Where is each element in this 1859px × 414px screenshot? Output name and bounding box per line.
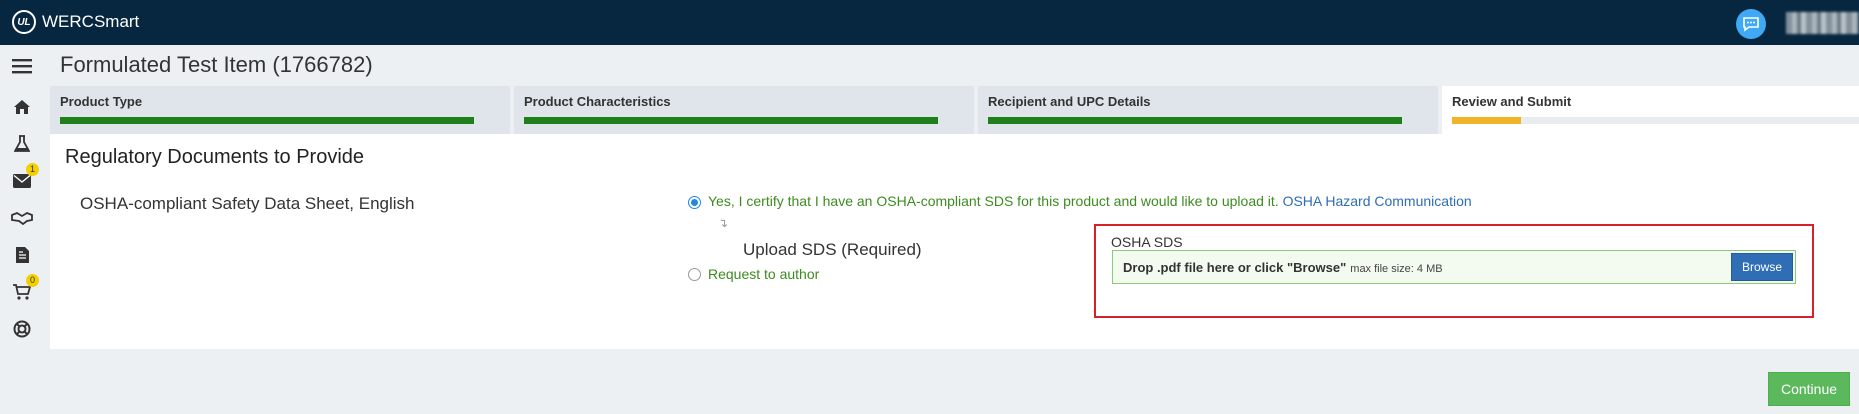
upload-option-text: Yes, I certify that I have an OSHA-compl… (708, 193, 1279, 209)
osha-sds-label: OSHA SDS (1111, 234, 1183, 250)
section-title: Regulatory Documents to Provide (65, 146, 365, 168)
chat-button[interactable] (1736, 9, 1766, 39)
step-progress-fill (1452, 117, 1521, 124)
top-bar: UL WERCSmart (0, 0, 1859, 45)
upload-sds-label: Upload SDS (Required) (743, 240, 922, 259)
regulatory-documents-panel: Regulatory Documents to Provide OSHA-com… (50, 134, 1859, 349)
step-progress-bar (988, 117, 1402, 124)
cart-icon[interactable]: 0 (11, 274, 39, 303)
upload-radio[interactable] (688, 196, 701, 209)
document-icon[interactable] (11, 244, 33, 266)
step-review-submit[interactable]: Review and Submit (1442, 86, 1859, 134)
home-icon[interactable] (11, 96, 33, 118)
author-radio[interactable] (688, 268, 701, 281)
step-product-type[interactable]: Product Type (50, 86, 510, 134)
step-label: Review and Submit (1452, 94, 1572, 109)
dropzone-text: Drop .pdf file here or click "Browse" max… (1123, 260, 1443, 275)
osha-hazard-link[interactable]: OSHA Hazard Communication (1283, 193, 1472, 209)
file-dropzone[interactable]: Drop .pdf file here or click "Browse" max… (1112, 250, 1796, 284)
step-progress-bar (524, 117, 938, 124)
author-option-label[interactable]: Request to author (708, 266, 819, 282)
step-progress-bar (60, 117, 474, 124)
continue-button[interactable]: Continue (1768, 372, 1850, 406)
mail-icon[interactable]: 1 (11, 163, 39, 192)
step-label: Product Type (60, 94, 143, 109)
user-menu[interactable] (1786, 12, 1859, 34)
document-name: OSHA-compliant Safety Data Sheet, Englis… (80, 194, 415, 213)
handshake-icon[interactable] (11, 207, 33, 229)
ul-logo: UL (12, 10, 36, 34)
brand[interactable]: UL WERCSmart (12, 10, 139, 34)
flask-icon[interactable] (11, 133, 33, 155)
upload-highlight-box: OSHA SDS Drop .pdf file here or click "B… (1094, 224, 1814, 318)
mail-badge: 1 (26, 163, 39, 176)
brand-name: WERCSmart (42, 12, 140, 31)
step-recipient-upc[interactable]: Recipient and UPC Details (978, 86, 1438, 134)
dropzone-subtext: max file size: 4 MB (1350, 263, 1443, 275)
dropzone-main-text: Drop .pdf file here or click "Browse" (1123, 260, 1347, 275)
page-title: Formulated Test Item (1766782) (60, 52, 373, 77)
cart-badge: 0 (26, 274, 39, 287)
indent-arrow-icon: ↴ (718, 216, 729, 230)
menu-icon[interactable] (11, 55, 33, 77)
step-product-characteristics[interactable]: Product Characteristics (514, 86, 974, 134)
upload-option-label[interactable]: Yes, I certify that I have an OSHA-compl… (708, 193, 1472, 209)
step-label: Recipient and UPC Details (988, 94, 1151, 109)
chat-bubble-icon (1743, 17, 1759, 32)
lifebuoy-icon[interactable] (11, 318, 33, 340)
sidebar: 1 0 (0, 45, 44, 414)
browse-button[interactable]: Browse (1731, 253, 1793, 281)
step-label: Product Characteristics (524, 94, 671, 109)
